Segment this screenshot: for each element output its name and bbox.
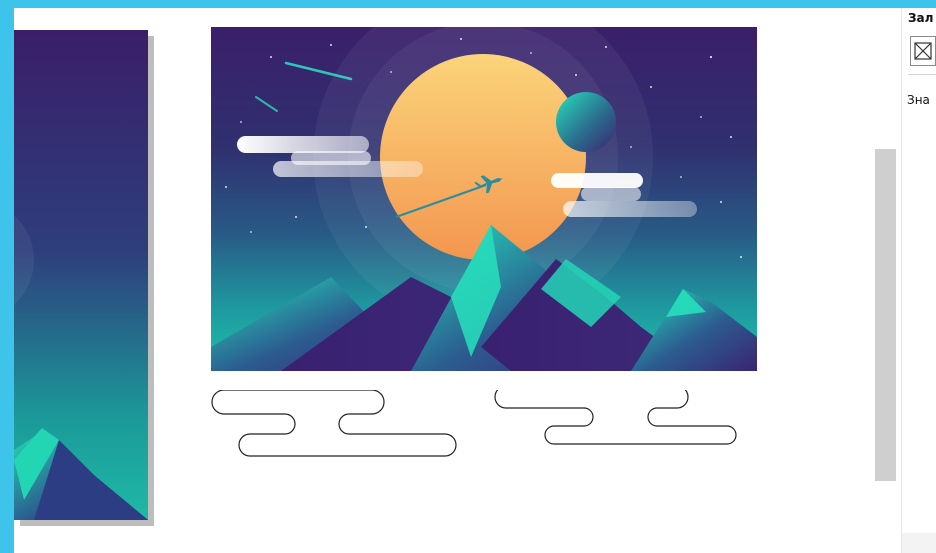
cloud-outlines-svg (211, 385, 737, 457)
cloud-outline-shapes[interactable] (209, 385, 754, 480)
cloud-outline-right (494, 385, 737, 445)
no-fill-icon (914, 42, 932, 60)
cloud-outline-left (211, 389, 457, 457)
left-page-artwork[interactable] (14, 30, 148, 520)
fill-properties-panel: Зал Зна (901, 8, 936, 553)
planet (556, 92, 616, 152)
vertical-scrollbar[interactable] (875, 149, 896, 481)
left-illustration (14, 30, 148, 520)
no-fill-button[interactable] (910, 36, 936, 66)
value-label: Зна (907, 93, 930, 107)
panel-divider (908, 74, 936, 75)
panel-title: Зал (908, 11, 934, 25)
panel-footer (902, 533, 936, 553)
main-illustration[interactable] (211, 27, 757, 371)
sun (380, 54, 586, 260)
canvas-area: Зал Зна (14, 8, 936, 553)
night-mountain-scene (211, 27, 757, 371)
